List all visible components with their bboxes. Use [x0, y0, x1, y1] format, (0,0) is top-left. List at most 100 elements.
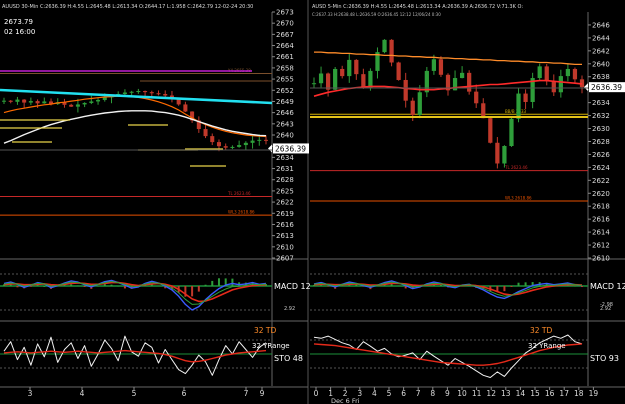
y-tick-label: 2613 — [276, 232, 294, 240]
level-label: WL3 2618.86 — [228, 210, 255, 215]
y-tick-label: 2661 — [276, 53, 294, 61]
right-chart-header: AUSD 5-Min C:2636.39 H:4.55 L:2645.48 L:… — [312, 4, 523, 10]
y-tick-label: 2610 — [276, 243, 294, 251]
sto-label: STO 48 — [274, 354, 303, 363]
candle-body — [325, 73, 331, 90]
candle-body — [243, 142, 248, 146]
sto-td-label: 32 TD — [254, 326, 277, 335]
y-tick-label: 2622 — [276, 199, 294, 207]
candle-body — [347, 59, 352, 77]
candle-body — [467, 72, 472, 92]
candle-body — [15, 99, 20, 102]
y-tick-label: 2670 — [276, 20, 294, 28]
candle-body — [410, 100, 415, 115]
y-tick-label: 2644 — [592, 34, 610, 42]
y-tick-label: 2673 — [276, 9, 294, 17]
y-tick-label: 2646 — [592, 21, 610, 29]
y-tick-label: 2642 — [592, 47, 610, 55]
candle-body — [396, 62, 401, 80]
left-price-readout: 2673.79 — [4, 18, 33, 26]
candle-body — [340, 68, 345, 77]
trading-chart-workspace: AUUSD 30-Min C:2636.39 H:4.55 L:2645.48 … — [0, 0, 625, 404]
candle-body — [230, 146, 235, 148]
candle-body — [544, 66, 549, 82]
candle-body — [250, 140, 255, 143]
level-label: TL 2623.46 — [504, 165, 528, 170]
x-tick-label: 16 — [545, 389, 555, 398]
y-tick-label: 2655 — [276, 76, 294, 84]
x-tick-label: 7 — [244, 389, 249, 398]
candle-body — [89, 101, 94, 103]
x-axis-date-caption: Dec 6 Fri — [331, 397, 360, 404]
candle-body — [203, 129, 208, 137]
y-tick-label: 2632 — [592, 112, 610, 120]
candle-body — [136, 91, 141, 93]
y-tick-label: 2628 — [276, 176, 294, 184]
candle-body — [69, 104, 74, 107]
candle-body — [75, 104, 80, 107]
x-tick-label: 19 — [589, 389, 599, 398]
macd-tick-label: 2.92 — [284, 306, 295, 312]
x-tick-label: 6 — [401, 389, 406, 398]
candle-body — [389, 39, 394, 63]
x-tick-label: 5 — [132, 389, 137, 398]
macd-label: MACD 12 — [274, 282, 311, 291]
y-tick-label: 2634 — [592, 99, 610, 107]
sto-range-label: 32 YRange — [528, 342, 566, 350]
candle-body — [257, 139, 262, 141]
y-tick-label: 2634 — [276, 154, 294, 162]
y-tick-label: 2610 — [592, 255, 610, 263]
x-tick-label: 3 — [28, 389, 33, 398]
candle-body — [382, 39, 387, 53]
y-tick-label: 2612 — [592, 242, 610, 250]
candle-body — [28, 101, 33, 103]
x-tick-label: 12 — [486, 389, 496, 398]
y-tick-label: 2628 — [592, 138, 610, 146]
candle-body — [143, 91, 148, 93]
left-date-readout: 02 16:00 — [4, 28, 35, 36]
x-tick-label: 4 — [372, 389, 377, 398]
candle-body — [459, 72, 465, 79]
x-tick-label: 18 — [574, 389, 584, 398]
y-tick-label: 2619 — [276, 210, 294, 218]
x-tick-label: 0 — [314, 389, 319, 398]
candle-body — [183, 104, 188, 112]
x-tick-label: 13 — [501, 389, 511, 398]
candle-body — [82, 102, 87, 105]
candle-body — [149, 92, 154, 94]
candle-body — [333, 68, 338, 90]
candle-body — [237, 145, 242, 147]
candle-body — [223, 146, 228, 148]
macd-label: MACD 12 — [590, 282, 625, 291]
candle-body — [1, 100, 7, 102]
current-price-label: 2636.39 — [275, 144, 306, 153]
y-tick-label: 2649 — [276, 98, 294, 106]
y-tick-label: 2625 — [276, 187, 294, 195]
level-label: TL 2623.46 — [227, 191, 251, 196]
candle-body — [311, 83, 317, 85]
candle-body — [163, 94, 168, 96]
x-tick-label: 15 — [530, 389, 540, 398]
sto-range-label: 32 YRange — [252, 342, 290, 350]
level-label: BB/B 2633 — [505, 109, 526, 114]
y-tick-label: 2643 — [276, 120, 294, 128]
y-tick-label: 2664 — [276, 42, 294, 50]
candle-body — [502, 146, 507, 164]
y-tick-label: 2640 — [592, 60, 610, 68]
candle-body — [8, 100, 13, 102]
y-tick-label: 2614 — [592, 229, 610, 237]
macd-tick-label: -2.98 — [600, 302, 613, 308]
y-tick-label: 2618 — [592, 203, 610, 211]
x-tick-label: 17 — [559, 389, 569, 398]
candle-body — [474, 91, 479, 104]
candle-body — [417, 92, 422, 115]
x-tick-label: 11 — [472, 389, 482, 398]
y-tick-label: 2658 — [276, 64, 294, 72]
current-price-label: 2636.39 — [591, 83, 622, 92]
y-tick-label: 2630 — [592, 125, 610, 133]
candle-body — [403, 79, 408, 101]
y-tick-label: 2624 — [592, 164, 610, 172]
y-tick-label: 2620 — [592, 190, 610, 198]
y-tick-label: 2626 — [592, 151, 610, 159]
y-tick-label: 2616 — [592, 216, 610, 224]
